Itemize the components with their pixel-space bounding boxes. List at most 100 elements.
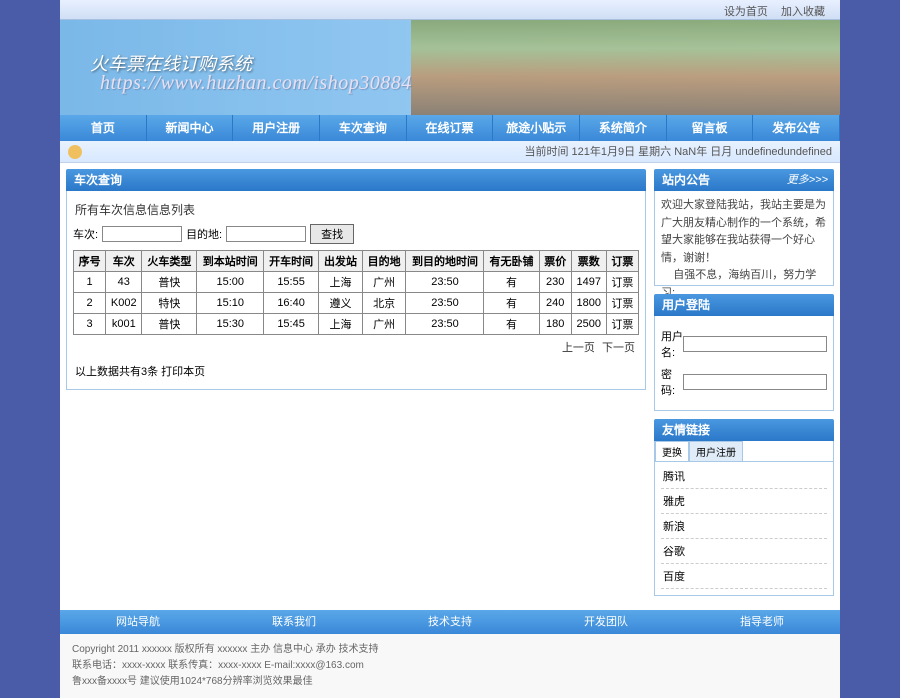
- dest-label: 目的地:: [186, 226, 222, 242]
- cell: 普快: [142, 272, 197, 293]
- dest-input[interactable]: [226, 226, 306, 242]
- cell: 3: [74, 314, 106, 335]
- col-header: 车次: [106, 251, 142, 272]
- cell: 有: [484, 293, 539, 314]
- time-bar: 当前时间 121年1月9日 星期六 NaN年 日月 undefinedundef…: [60, 141, 840, 163]
- friend-link-4[interactable]: 百度: [661, 564, 827, 589]
- train-no-input[interactable]: [102, 226, 182, 242]
- time-value: 121年1月9日 星期六 NaN年 日月 undefinedundefined: [572, 146, 832, 158]
- nav-item-1[interactable]: 新闻中心: [147, 115, 234, 141]
- nav-item-0[interactable]: 首页: [60, 115, 147, 141]
- col-header: 到目的地时间: [406, 251, 484, 272]
- set-home-link[interactable]: 设为首页: [724, 6, 768, 18]
- login-panel: 用户登陆 用户名: 密码:: [654, 294, 834, 411]
- cell: 230: [539, 272, 571, 293]
- footer-nav-2[interactable]: 技术支持: [372, 610, 528, 634]
- cell: 遵义: [319, 293, 363, 314]
- notice-title: 站内公告: [662, 173, 710, 187]
- prev-page[interactable]: 上一页: [562, 342, 595, 354]
- nav-item-5[interactable]: 旅途小贴示: [493, 115, 580, 141]
- cell: 23:50: [406, 272, 484, 293]
- query-panel-header: 车次查询: [66, 169, 646, 191]
- results-table: 序号车次火车类型到本站时间开车时间出发站目的地到目的地时间有无卧铺票价票数订票 …: [73, 250, 639, 335]
- footer-line3: 鲁xxx备xxxx号 建议使用1024*768分辨率浏览效果最佳: [72, 674, 828, 690]
- search-button[interactable]: 查找: [310, 224, 354, 244]
- nav-item-4[interactable]: 在线订票: [407, 115, 494, 141]
- nav-item-2[interactable]: 用户注册: [233, 115, 320, 141]
- nav-item-8[interactable]: 发布公告: [753, 115, 840, 141]
- notice-panel: 站内公告 更多>>> 欢迎大家登陆我站，我站主要是为广大朋友精心制作的一个系统，…: [654, 169, 834, 286]
- search-row: 车次: 目的地: 查找: [73, 224, 639, 244]
- cell: 北京: [362, 293, 406, 314]
- pager: 上一页 下一页: [73, 335, 639, 359]
- cell: 1497: [571, 272, 606, 293]
- footer-nav-4[interactable]: 指导老师: [684, 610, 840, 634]
- friend-link-0[interactable]: 腾讯: [661, 464, 827, 489]
- table-row: 143普快15:0015:55上海广州23:50有2301497订票: [74, 272, 639, 293]
- password-label: 密码:: [661, 366, 683, 398]
- footer-line1: Copyright 2011 xxxxxx 版权所有 xxxxxx 主办 信息中…: [72, 642, 828, 658]
- cell: 2500: [571, 314, 606, 335]
- footer-nav: 网站导航联系我们技术支持开发团队指导老师: [60, 610, 840, 634]
- book-link[interactable]: 订票: [606, 272, 638, 293]
- footer-nav-3[interactable]: 开发团队: [528, 610, 684, 634]
- password-input[interactable]: [683, 374, 827, 390]
- book-link[interactable]: 订票: [606, 293, 638, 314]
- cell: 1: [74, 272, 106, 293]
- col-header: 序号: [74, 251, 106, 272]
- footer-nav-0[interactable]: 网站导航: [60, 610, 216, 634]
- book-link[interactable]: 订票: [606, 314, 638, 335]
- banner: 火车票在线订购系统 https://www.huzhan.com/ishop30…: [60, 20, 840, 115]
- cell: 15:55: [264, 272, 319, 293]
- cell: 23:50: [406, 293, 484, 314]
- time-label: 当前时间: [524, 146, 568, 158]
- col-header: 火车类型: [142, 251, 197, 272]
- table-row: 2K002特快15:1016:40遵义北京23:50有2401800订票: [74, 293, 639, 314]
- col-header: 票数: [571, 251, 606, 272]
- top-bar: 设为首页 加入收藏: [60, 0, 840, 20]
- nav-item-3[interactable]: 车次查询: [320, 115, 407, 141]
- username-input[interactable]: [683, 336, 827, 352]
- col-header: 票价: [539, 251, 571, 272]
- cell: 广州: [362, 314, 406, 335]
- cell: 180: [539, 314, 571, 335]
- query-subtitle: 所有车次信息信息列表: [75, 201, 639, 218]
- links-panel: 友情链接 更换 用户注册 腾讯雅虎新浪谷歌百度: [654, 419, 834, 596]
- clock-icon: [68, 145, 82, 159]
- notice-more-link[interactable]: 更多>>>: [787, 169, 828, 191]
- table-row: 3k001普快15:3015:45上海广州23:50有1802500订票: [74, 314, 639, 335]
- results-summary: 以上数据共有3条 打印本页: [73, 359, 639, 383]
- cell: 上海: [319, 272, 363, 293]
- friend-link-2[interactable]: 新浪: [661, 514, 827, 539]
- cell: K002: [106, 293, 142, 314]
- cell: 240: [539, 293, 571, 314]
- col-header: 订票: [606, 251, 638, 272]
- friend-link-1[interactable]: 雅虎: [661, 489, 827, 514]
- username-label: 用户名:: [661, 328, 683, 360]
- banner-image: [411, 20, 840, 115]
- main-nav: 首页新闻中心用户注册车次查询在线订票旅途小贴示系统简介留言板发布公告: [60, 115, 840, 141]
- cell: 43: [106, 272, 142, 293]
- cell: 特快: [142, 293, 197, 314]
- col-header: 开车时间: [264, 251, 319, 272]
- cell: 15:30: [197, 314, 264, 335]
- login-title: 用户登陆: [654, 294, 834, 316]
- footer-nav-1[interactable]: 联系我们: [216, 610, 372, 634]
- nav-item-7[interactable]: 留言板: [667, 115, 754, 141]
- col-header: 目的地: [362, 251, 406, 272]
- cell: 有: [484, 314, 539, 335]
- cell: 15:00: [197, 272, 264, 293]
- links-tab-2[interactable]: 用户注册: [689, 441, 743, 461]
- friend-link-3[interactable]: 谷歌: [661, 539, 827, 564]
- nav-item-6[interactable]: 系统简介: [580, 115, 667, 141]
- cell: 有: [484, 272, 539, 293]
- col-header: 到本站时间: [197, 251, 264, 272]
- links-tab-1[interactable]: 更换: [655, 441, 689, 461]
- cell: 16:40: [264, 293, 319, 314]
- cell: 普快: [142, 314, 197, 335]
- footer-info: Copyright 2011 xxxxxx 版权所有 xxxxxx 主办 信息中…: [60, 634, 840, 698]
- cell: 23:50: [406, 314, 484, 335]
- add-fav-link[interactable]: 加入收藏: [781, 6, 825, 18]
- next-page[interactable]: 下一页: [602, 342, 635, 354]
- cell: 广州: [362, 272, 406, 293]
